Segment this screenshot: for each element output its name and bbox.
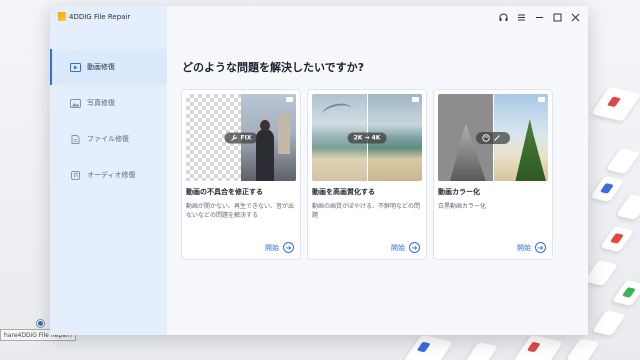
sidebar-item-label: オーディオ修復 (87, 171, 136, 179)
desktop-decoration (584, 259, 618, 287)
headset-icon[interactable] (498, 12, 508, 22)
arrow-right-icon: ➜ (283, 242, 294, 253)
video-camera-icon (286, 97, 293, 102)
sidebar-item-photo-repair[interactable]: 写真修復 (50, 85, 167, 121)
sidebar-item-label: 動画修復 (87, 63, 115, 71)
desktop-decoration (616, 193, 640, 221)
card-thumbnail (438, 94, 548, 181)
maximize-icon[interactable] (552, 12, 562, 22)
app-name: 4DDIG File Repair (69, 12, 131, 21)
sidebar-item-video-repair[interactable]: 動画修復 (50, 49, 167, 85)
desktop-decoration (600, 225, 634, 253)
desktop-decoration (612, 279, 640, 307)
desktop-decoration (606, 147, 640, 175)
sidebar-nav: 動画修復 写真修復 ファイル修復 オーディオ修復 (50, 49, 167, 193)
card-description: 動画の画質がぼやける、不鮮明などの問題 (312, 203, 421, 219)
badge-resolution: 2K → 4K (347, 132, 387, 143)
badge-label: 2K → 4K (353, 134, 381, 141)
close-icon[interactable] (570, 12, 580, 22)
card-description: 動画が開かない、再生できない、音が出ないなどの問題を解決する (186, 203, 295, 219)
arrow-right-icon: ➜ (409, 242, 420, 253)
sidebar-item-label: ファイル修復 (87, 135, 129, 143)
start-button[interactable]: 開始 ➜ (265, 242, 294, 253)
sidebar-item-audio-repair[interactable]: オーディオ修復 (50, 157, 167, 193)
desktop-decoration (464, 341, 498, 360)
card-fix-video[interactable]: FIX 動画の不具合を修正する 動画が開かない、再生できない、音が出ないなどの問… (181, 89, 301, 260)
badge-label: FIX (240, 134, 252, 141)
video-camera-icon (412, 97, 419, 102)
card-title: 動画の不具合を修正する (186, 188, 263, 196)
card-thumbnail: 2K → 4K (312, 94, 422, 181)
badge-colorize (476, 131, 510, 144)
sidebar-item-file-repair[interactable]: ファイル修復 (50, 121, 167, 157)
card-description: 白黒動画カラー化 (438, 203, 487, 210)
start-label: 開始 (391, 243, 405, 252)
window-controls (498, 12, 580, 22)
palette-icon (482, 133, 490, 142)
card-title: 動画カラー化 (438, 188, 480, 196)
video-camera-icon (538, 97, 545, 102)
desktop-decoration (590, 86, 640, 122)
card-title: 動画を高画質化する (312, 188, 375, 196)
taskbar-app-icon[interactable] (37, 320, 44, 327)
menu-icon[interactable] (516, 12, 526, 22)
app-logo-icon (58, 12, 66, 21)
desktop-decoration (590, 175, 624, 203)
card-colorize-video[interactable]: 動画カラー化 白黒動画カラー化 開始 ➜ (433, 89, 553, 260)
page-title: どのような問題を解決したいですか? (182, 61, 365, 74)
sidebar: 4DDIG File Repair 動画修復 写真修復 ファイル修復 オーディオ… (50, 6, 167, 335)
badge-fix: FIX (224, 132, 258, 143)
wrench-icon (231, 134, 238, 141)
desktop-decoration (566, 337, 600, 360)
desktop-decoration (402, 334, 454, 360)
start-label: 開始 (517, 243, 531, 252)
minimize-icon[interactable] (534, 12, 544, 22)
video-icon (70, 62, 81, 72)
audio-icon (70, 170, 81, 180)
app-window: 4DDIG File Repair 動画修復 写真修復 ファイル修復 オーディオ… (50, 6, 588, 335)
brand: 4DDIG File Repair (58, 12, 130, 21)
card-thumbnail: FIX (186, 94, 296, 181)
arrow-right-icon: ➜ (535, 242, 546, 253)
start-label: 開始 (265, 243, 279, 252)
file-icon (70, 134, 81, 144)
start-button[interactable]: 開始 ➜ (391, 242, 420, 253)
start-button[interactable]: 開始 ➜ (517, 242, 546, 253)
card-enhance-video[interactable]: 2K → 4K 動画を高画質化する 動画の画質がぼやける、不鮮明などの問題 開始… (307, 89, 427, 260)
desktop-decoration (592, 309, 626, 337)
sidebar-item-label: 写真修復 (87, 99, 115, 107)
desktop-decoration (512, 334, 564, 360)
brush-icon (494, 134, 500, 141)
photo-icon (70, 98, 81, 108)
